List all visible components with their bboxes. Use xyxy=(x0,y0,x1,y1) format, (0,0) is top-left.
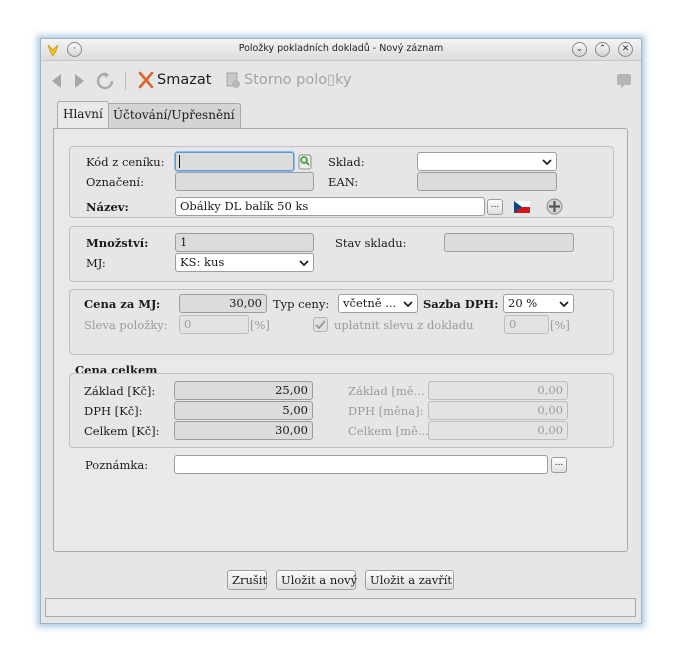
totals-group: Základ [Kč]: 25,00 DPH [Kč]: 5,00 Celkem… xyxy=(69,373,614,448)
scissors-delete-icon xyxy=(138,71,154,89)
doklad-unit: [%] xyxy=(550,318,570,332)
cancel-button[interactable]: Zrušit xyxy=(227,570,267,590)
nazev-label: Název: xyxy=(86,200,129,214)
sazba-dph-label: Sazba DPH: xyxy=(423,297,499,311)
stav-skladu-label: Stav skladu: xyxy=(335,236,407,250)
tab-hlavni[interactable]: Hlavní xyxy=(57,101,109,128)
status-bar xyxy=(45,598,636,617)
uplatnit-slevu-label: uplatnit slevu z dokladu xyxy=(334,318,474,332)
sleva-unit: [%] xyxy=(250,318,270,332)
quantity-group: Množství: 1 Stav skladu: MJ: KS: kus xyxy=(69,226,614,282)
zaklad-mena-label: Základ [mě... xyxy=(348,384,425,398)
price-group: Cena za MJ: 30,00 Typ ceny: včetně ... S… xyxy=(69,289,614,355)
sleva-polozky-label: Sleva položky: xyxy=(84,318,168,332)
zaklad-label: Základ [Kč]: xyxy=(84,384,156,398)
cena-za-mj-input[interactable]: 30,00 xyxy=(179,294,267,313)
delete-button[interactable]: Smazat xyxy=(137,70,211,90)
sklad-select[interactable] xyxy=(417,152,557,171)
kod-label: Kód z ceníku: xyxy=(86,155,165,169)
chevron-down-icon xyxy=(542,159,552,166)
checkmark-icon xyxy=(315,320,326,330)
maximize-button[interactable]: ⌃ xyxy=(595,42,610,57)
celkem-label: Celkem [Kč]: xyxy=(84,424,160,438)
refresh-icon[interactable] xyxy=(96,72,114,90)
storno-label: Storno polo▯ky xyxy=(244,72,352,88)
poznamka-input[interactable] xyxy=(174,455,548,474)
czech-flag-icon[interactable] xyxy=(514,201,530,213)
celkem-mena-label: Celkem [mě... xyxy=(348,424,429,438)
dph-input[interactable]: 5,00 xyxy=(174,401,313,420)
mj-select[interactable]: KS: kus xyxy=(175,253,314,272)
storno-button[interactable]: Storno polo▯ky xyxy=(224,70,352,90)
tab-panel: Kód z ceníku: Sklad: Označení: EAN: Náze… xyxy=(53,128,628,552)
dph-mena-input[interactable]: 0,00 xyxy=(428,401,568,420)
help-chat-icon[interactable] xyxy=(616,73,632,89)
tab-uctovani[interactable]: Účtování/Upřesnění xyxy=(107,103,241,128)
toolbar: Smazat Storno polo▯ky xyxy=(41,62,641,98)
dph-label: DPH [Kč]: xyxy=(84,404,143,418)
tab-hlavni-label: Hlavní xyxy=(63,107,103,121)
sleva-polozky-input[interactable]: 0 xyxy=(179,315,249,334)
toolbar-separator xyxy=(125,72,126,90)
document-storno-icon xyxy=(226,72,240,88)
sklad-label: Sklad: xyxy=(328,155,365,169)
celkem-input[interactable]: 30,00 xyxy=(174,421,313,440)
search-lookup-icon[interactable] xyxy=(298,154,312,170)
mj-label: MJ: xyxy=(86,256,106,270)
dph-mena-label: DPH [měna]: xyxy=(348,404,424,418)
back-arrow-icon[interactable] xyxy=(50,73,62,89)
zaklad-input[interactable]: 25,00 xyxy=(174,381,313,400)
celkem-mena-input[interactable]: 0,00 xyxy=(428,421,568,440)
cena-za-mj-label: Cena za MJ: xyxy=(84,297,161,311)
chevron-down-icon xyxy=(559,301,569,308)
dialog-window: · Položky pokladních dokladů - Nový zázn… xyxy=(40,38,642,624)
sazba-dph-select[interactable]: 20 % xyxy=(503,294,574,313)
tab-uctovani-label: Účtování/Upřesnění xyxy=(113,108,235,122)
minimize-button[interactable]: ⌄ xyxy=(572,42,587,57)
poznamka-browse-button[interactable]: ... xyxy=(551,457,567,473)
title-bar: · Položky pokladních dokladů - Nový zázn… xyxy=(41,39,641,61)
nazev-browse-button[interactable]: ... xyxy=(487,199,503,215)
mnozstvi-label: Množství: xyxy=(86,236,149,250)
save-new-button[interactable]: Uložit a nový xyxy=(276,570,357,590)
typ-ceny-select[interactable]: včetně ... xyxy=(338,294,418,313)
forward-arrow-icon[interactable] xyxy=(74,73,86,89)
chevron-down-icon xyxy=(299,260,309,267)
save-close-button[interactable]: Uložit a zavřít xyxy=(365,570,454,590)
zaklad-mena-input[interactable]: 0,00 xyxy=(428,381,568,400)
oznaceni-input[interactable] xyxy=(175,172,314,191)
nazev-input[interactable]: Obálky DL balík 50 ks xyxy=(175,197,485,216)
ean-input[interactable] xyxy=(417,172,557,191)
sleva-doklad-input[interactable]: 0 xyxy=(504,315,549,334)
add-cross-icon[interactable] xyxy=(546,198,563,215)
window-title: Položky pokladních dokladů - Nový záznam xyxy=(238,43,444,54)
ean-label: EAN: xyxy=(328,175,359,189)
close-button[interactable]: ✕ xyxy=(618,42,633,57)
poznamka-label: Poznámka: xyxy=(85,458,149,472)
stav-skladu-input[interactable] xyxy=(444,233,574,252)
item-group: Kód z ceníku: Sklad: Označení: EAN: Náze… xyxy=(69,146,614,218)
typ-ceny-label: Typ ceny: xyxy=(273,297,330,311)
oznaceni-label: Označení: xyxy=(86,175,144,189)
chevron-down-icon xyxy=(403,301,413,308)
delete-label: Smazat xyxy=(157,72,212,88)
kod-input[interactable] xyxy=(175,152,294,171)
uplatnit-slevu-checkbox[interactable] xyxy=(313,317,328,332)
mnozstvi-input[interactable]: 1 xyxy=(175,233,314,252)
